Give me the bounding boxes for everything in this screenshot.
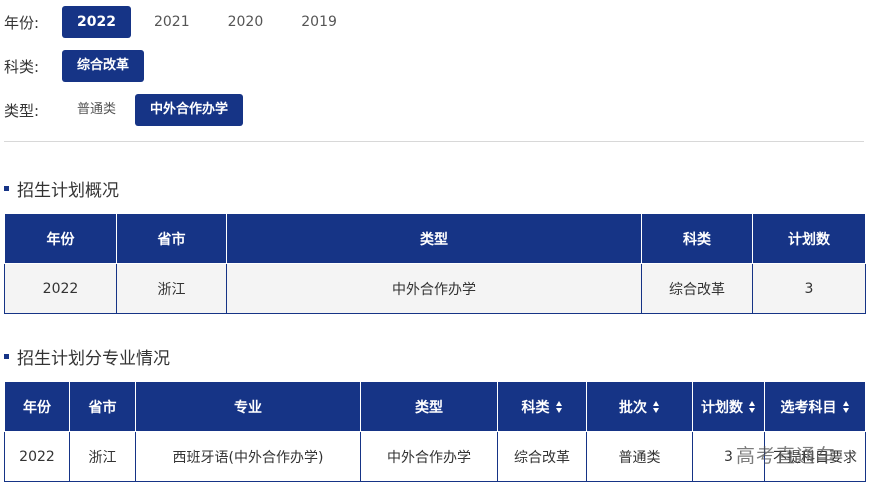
majors-header-elective-subjects[interactable]: 选考科目 xyxy=(764,381,866,432)
majors-section-title: 招生计划分专业情况 xyxy=(4,344,170,369)
overview-header-row: 年份 省市 类型 科类 计划数 xyxy=(4,213,866,264)
majors-header-year: 年份 xyxy=(4,381,70,432)
subject-filter: 科类: 综合改革 xyxy=(0,50,148,82)
title-bullet-icon xyxy=(4,186,9,191)
majors-table: 年份 省市 专业 类型 科类 批次 计划数 选考科目 2022 浙江 西班牙语(… xyxy=(4,381,866,482)
majors-cell-batch: 普通类 xyxy=(586,431,693,482)
overview-header-subject: 科类 xyxy=(641,213,753,264)
year-option-2021[interactable]: 2021 xyxy=(139,6,205,38)
majors-header-province: 省市 xyxy=(69,381,136,432)
year-option-2020[interactable]: 2020 xyxy=(213,6,279,38)
majors-header-elective-subjects-label: 选考科目 xyxy=(780,399,837,416)
type-filter-label: 类型: xyxy=(4,101,40,120)
year-option-2022[interactable]: 2022 xyxy=(62,6,131,38)
majors-header-subject-label: 科类 xyxy=(521,399,550,416)
majors-cell-province: 浙江 xyxy=(69,431,136,482)
majors-cell-plan-count: 3 xyxy=(692,431,765,482)
majors-cell-type: 中外合作办学 xyxy=(360,431,498,482)
section-divider xyxy=(4,141,864,142)
overview-header-plan-count: 计划数 xyxy=(752,213,866,264)
majors-header-plan-count-label: 计划数 xyxy=(701,399,743,416)
majors-header-subject[interactable]: 科类 xyxy=(497,381,587,432)
subject-filter-label: 科类: xyxy=(4,57,40,76)
sort-icon[interactable] xyxy=(749,400,756,413)
overview-title-text: 招生计划概况 xyxy=(17,181,119,201)
overview-header-year: 年份 xyxy=(4,213,117,264)
majors-cell-elective-subjects: 不提科目要求 xyxy=(764,431,866,482)
overview-table: 年份 省市 类型 科类 计划数 2022 浙江 中外合作办学 综合改革 3 xyxy=(4,213,866,314)
overview-cell-type: 中外合作办学 xyxy=(226,263,642,314)
sort-icon[interactable] xyxy=(842,400,850,413)
year-filter-label: 年份: xyxy=(4,13,40,32)
majors-header-row: 年份 省市 专业 类型 科类 批次 计划数 选考科目 xyxy=(4,381,866,432)
type-option-sino-foreign[interactable]: 中外合作办学 xyxy=(135,94,244,126)
overview-header-province: 省市 xyxy=(116,213,227,264)
overview-section-title: 招生计划概况 xyxy=(4,176,119,201)
overview-cell-province: 浙江 xyxy=(116,263,227,314)
year-filter: 年份: 2022 2021 2020 2019 xyxy=(0,6,360,38)
year-option-2019[interactable]: 2019 xyxy=(286,6,352,38)
type-option-regular[interactable]: 普通类 xyxy=(62,94,131,126)
majors-header-major: 专业 xyxy=(135,381,361,432)
majors-header-plan-count[interactable]: 计划数 xyxy=(692,381,765,432)
majors-header-batch[interactable]: 批次 xyxy=(586,381,693,432)
majors-title-text: 招生计划分专业情况 xyxy=(17,349,170,369)
overview-cell-plan-count: 3 xyxy=(752,263,866,314)
majors-cell-subject: 综合改革 xyxy=(497,431,587,482)
overview-cell-year: 2022 xyxy=(4,263,117,314)
subject-option-comprehensive[interactable]: 综合改革 xyxy=(62,50,145,82)
sort-icon[interactable] xyxy=(555,400,563,413)
sort-icon[interactable] xyxy=(653,400,660,413)
overview-cell-subject: 综合改革 xyxy=(641,263,753,314)
overview-header-type: 类型 xyxy=(226,213,642,264)
majors-header-batch-label: 批次 xyxy=(619,399,647,416)
title-bullet-icon xyxy=(4,354,9,359)
type-filter: 类型: 普通类 中外合作办学 xyxy=(0,94,247,126)
table-row: 2022 浙江 西班牙语(中外合作办学) 中外合作办学 综合改革 普通类 3 不… xyxy=(4,431,866,482)
majors-header-type: 类型 xyxy=(360,381,498,432)
table-row: 2022 浙江 中外合作办学 综合改革 3 xyxy=(4,263,866,314)
majors-cell-year: 2022 xyxy=(4,431,70,482)
majors-cell-major: 西班牙语(中外合作办学) xyxy=(135,431,361,482)
